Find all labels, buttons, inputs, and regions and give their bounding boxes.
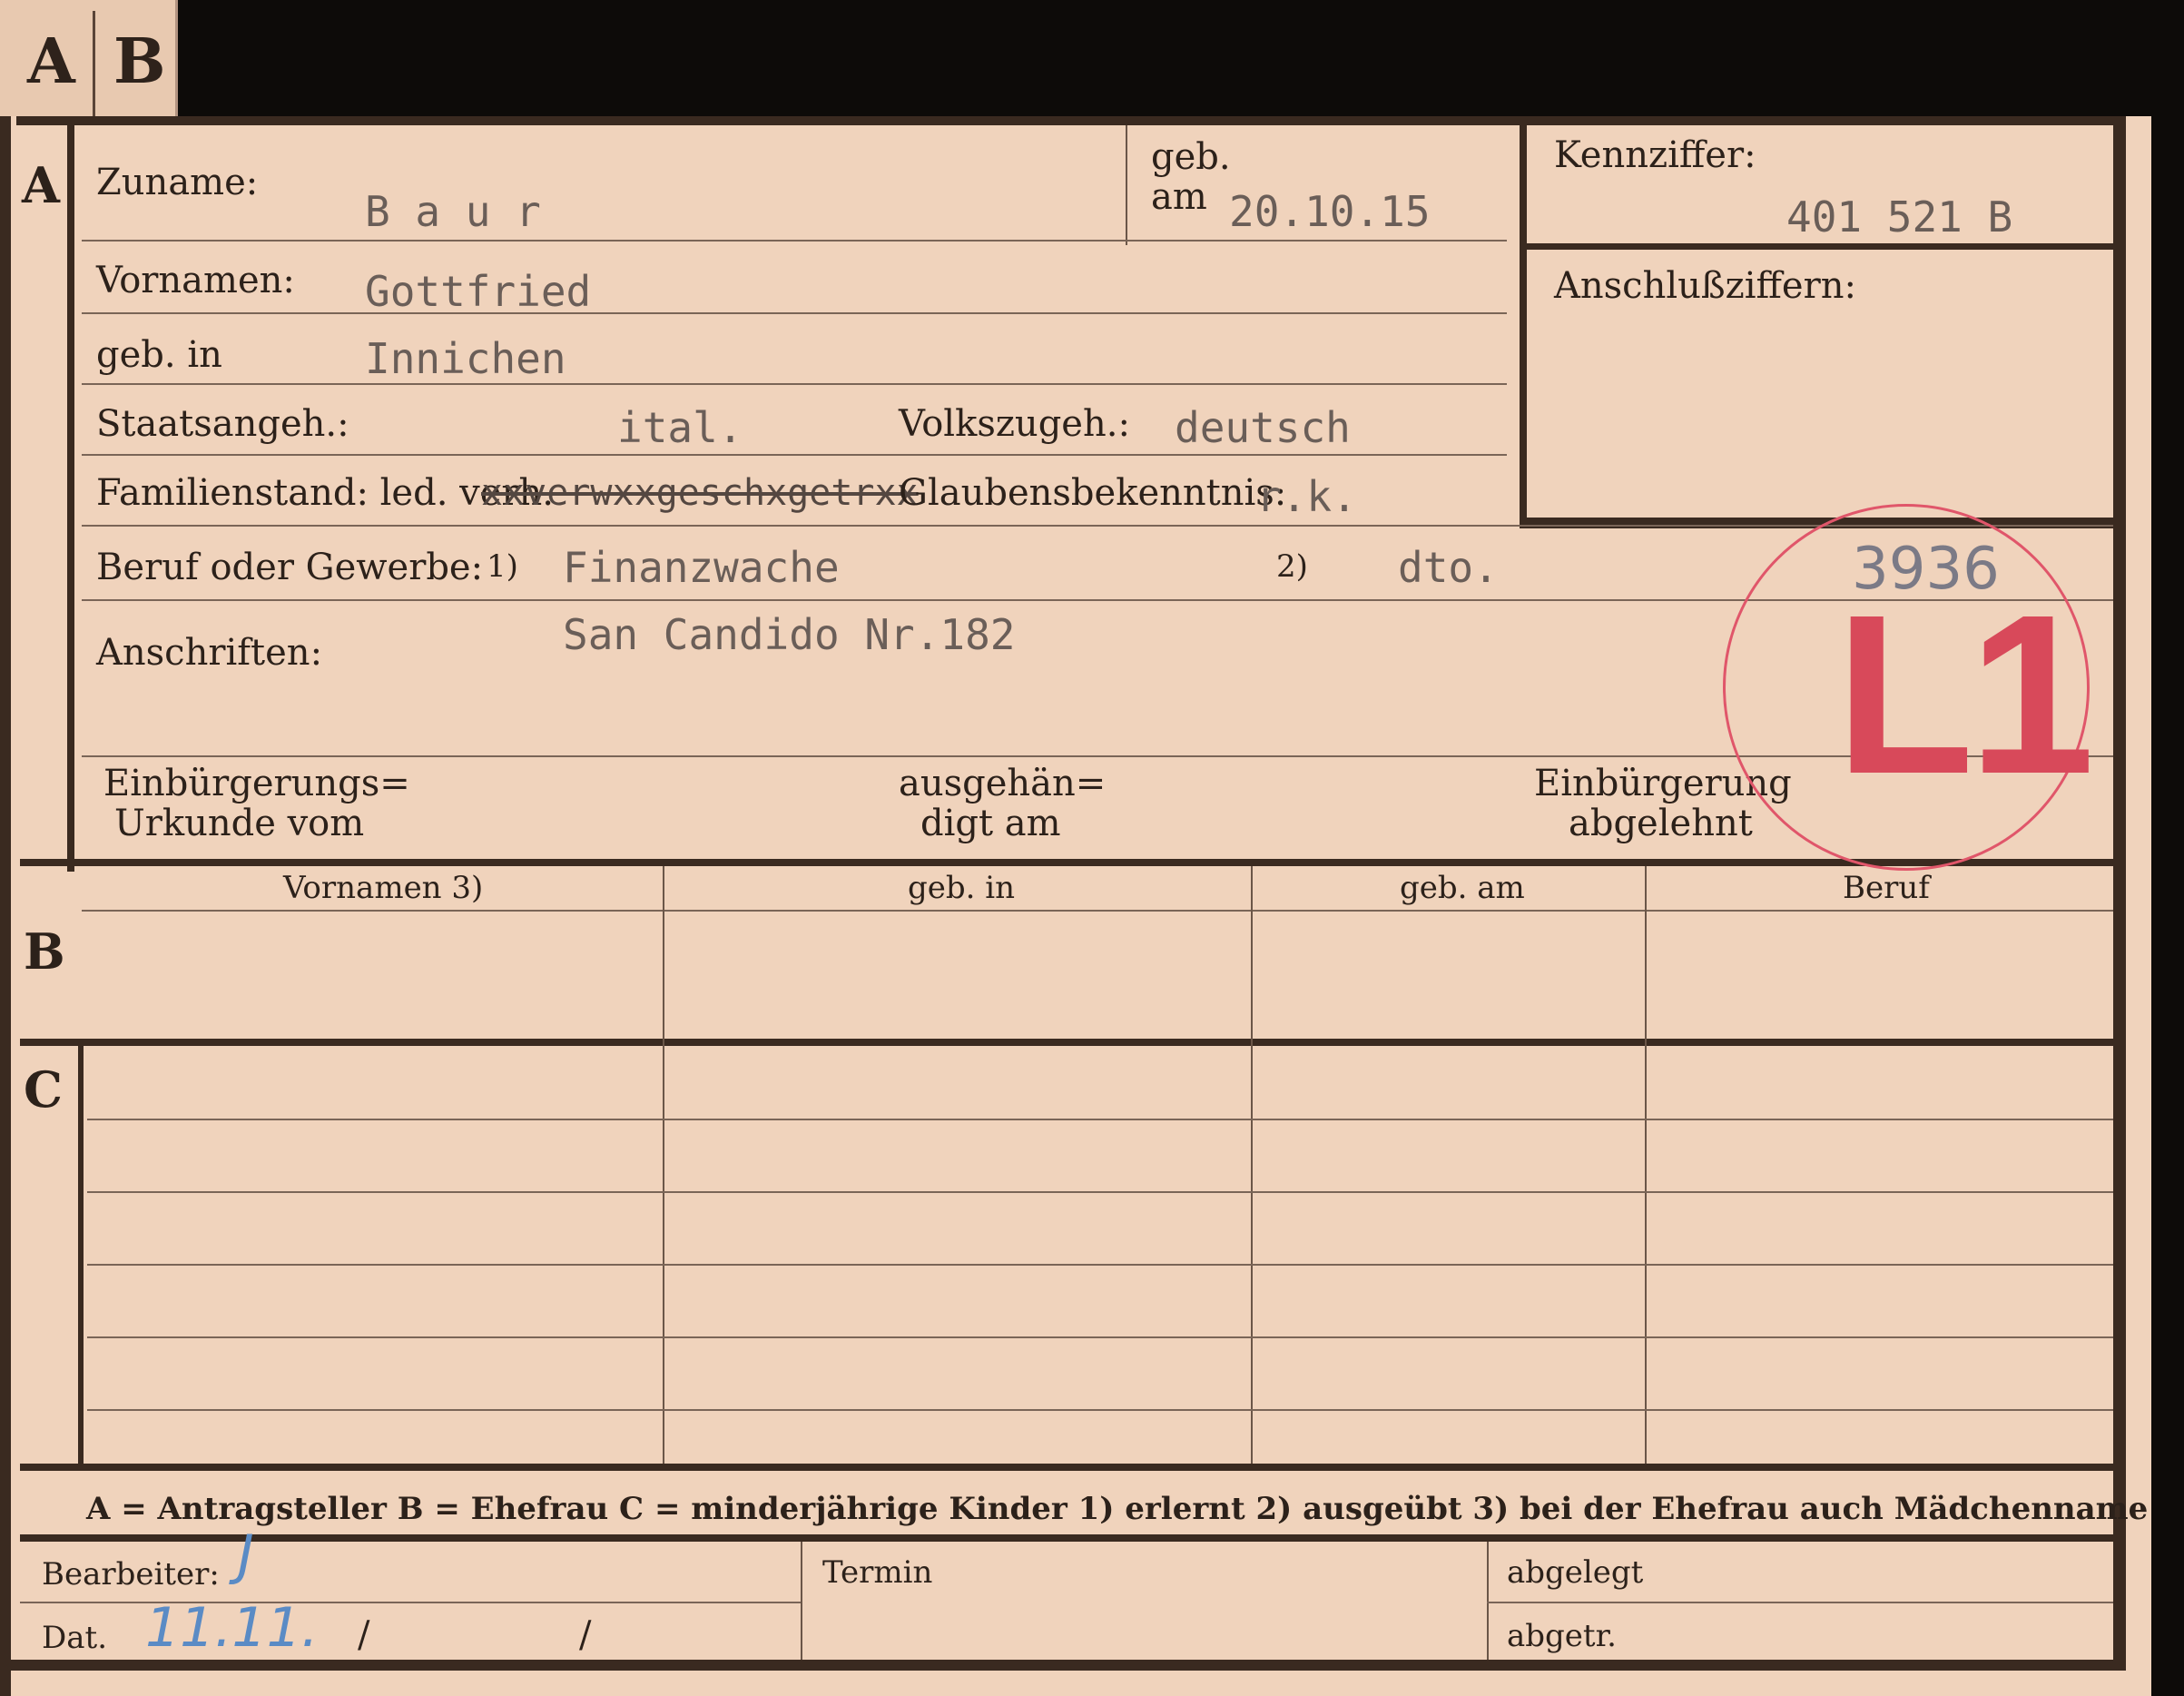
- zuname-value: B a u r: [365, 187, 541, 236]
- dat-separator-2: /: [579, 1614, 592, 1656]
- glaubensbekenntnis-value: r.k.: [1256, 472, 1357, 521]
- beruf-footnote-2: 2): [1276, 548, 1308, 585]
- child-row-line-2: [87, 1191, 2113, 1193]
- anschriften-value: San Candido Nr.182: [563, 610, 1016, 659]
- einbuergerungs-label-2: Urkunde vom: [114, 803, 365, 844]
- section-c-label: C: [24, 1060, 63, 1119]
- table-header-beruf: Beruf: [1843, 870, 1930, 906]
- frame-top: [16, 116, 2113, 125]
- section-b-label: B: [24, 922, 65, 981]
- office-col-1: [801, 1542, 802, 1660]
- geb-in-label: geb. in: [96, 334, 222, 376]
- beruf-ausgeuebt-value: dto.: [1398, 543, 1499, 592]
- geb-am-label-bottom: am: [1151, 176, 1207, 218]
- table-header-line: [82, 910, 2113, 912]
- section-b-top: [20, 859, 2113, 866]
- glaubensbekenntnis-label: Glaubensbekenntnis:: [899, 472, 1287, 514]
- kennziffer-value: 401 521 B: [1786, 192, 2013, 242]
- office-row-line-right: [1487, 1602, 2113, 1603]
- child-row-line-4: [87, 1336, 2113, 1338]
- beruf-label: Beruf oder Gewerbe:: [96, 547, 484, 588]
- frame-left: [0, 116, 11, 1696]
- dat-separator-1: /: [358, 1614, 370, 1656]
- tab-letter-a: A: [27, 25, 75, 98]
- office-col-2: [1487, 1542, 1489, 1660]
- legend-bottom: [20, 1534, 2113, 1542]
- bearbeiter-mark: J: [238, 1523, 254, 1587]
- abgetr-label: abgetr.: [1507, 1618, 1617, 1654]
- legend-top: [20, 1464, 2113, 1471]
- tab-letter-b: B: [113, 25, 166, 98]
- geb-am-label-top: geb.: [1151, 136, 1231, 178]
- beruf-footnote-1: 1): [487, 548, 518, 585]
- volkszugeh-label: Volkszugeh.:: [899, 403, 1130, 445]
- geb-am-value: 20.10.15: [1229, 187, 1431, 236]
- row-line-4: [82, 454, 1507, 456]
- dat-label: Dat.: [42, 1620, 108, 1656]
- familienstand-strike: xxverwxxgeschxgetrxx: [481, 472, 919, 514]
- office-row-line-left: [20, 1602, 801, 1603]
- stamp-text: L1: [1835, 567, 2095, 821]
- abgelehnt-label-2: abgelehnt: [1569, 803, 1753, 844]
- section-a-divider: [67, 125, 74, 872]
- geb-am-divider: [1126, 125, 1127, 245]
- table-col-2: [1251, 866, 1253, 1464]
- zuname-label: Zuname:: [96, 162, 259, 203]
- table-col-3: [1645, 866, 1647, 1464]
- bearbeiter-label: Bearbeiter:: [42, 1556, 220, 1592]
- table-col-1: [663, 866, 664, 1464]
- child-row-line-1: [87, 1119, 2113, 1120]
- legend-text: A = Antragsteller B = Ehefrau C = minder…: [86, 1491, 2149, 1527]
- anschlussziffern-label: Anschlußziffern:: [1554, 265, 1856, 307]
- table-header-vornamen: Vornamen 3): [283, 870, 484, 906]
- row-line-2: [82, 312, 1507, 314]
- frame-right: [2113, 116, 2126, 1669]
- volkszugeh-value: deutsch: [1175, 403, 1351, 452]
- beruf-erlernt-value: Finanzwache: [563, 543, 840, 592]
- kennziffer-box-divider: [1520, 243, 2113, 250]
- child-row-line-5: [87, 1409, 2113, 1411]
- ausgehaendigt-label-1: ausgehän=: [899, 763, 1107, 804]
- ausgehaendigt-label-2: digt am: [920, 803, 1061, 844]
- termin-label: Termin: [822, 1554, 933, 1591]
- table-header-geb-am: geb. am: [1400, 870, 1525, 906]
- vornamen-label: Vornamen:: [96, 260, 295, 301]
- row-line-1: [82, 240, 1507, 242]
- staatsangeh-label: Staatsangeh.:: [96, 403, 349, 445]
- index-card: A B C Kennziffer: 401 521 B Anschlußziff…: [0, 116, 2151, 1696]
- kennziffer-label: Kennziffer:: [1554, 134, 1756, 176]
- section-c-divider: [78, 1046, 84, 1464]
- staatsangeh-value: ital.: [617, 403, 743, 452]
- geb-in-value: Innichen: [365, 334, 566, 383]
- anschriften-label: Anschriften:: [96, 632, 323, 674]
- handwritten-date: 11.11.: [145, 1596, 319, 1660]
- child-row-line-3: [87, 1264, 2113, 1266]
- table-header-geb-in: geb. in: [908, 870, 1016, 906]
- row-line-5: [82, 525, 2113, 527]
- section-a-label: A: [22, 156, 60, 214]
- section-c-top: [20, 1039, 2113, 1046]
- kennziffer-box-left: [1520, 125, 1527, 528]
- row-line-3: [82, 383, 1507, 385]
- einbuergerungs-label-1: Einbürgerungs=: [103, 763, 410, 804]
- abgelegt-label: abgelegt: [1507, 1554, 1644, 1591]
- vornamen-value: Gottfried: [365, 267, 592, 316]
- frame-bottom: [0, 1660, 2126, 1671]
- tab-divider: [93, 11, 95, 120]
